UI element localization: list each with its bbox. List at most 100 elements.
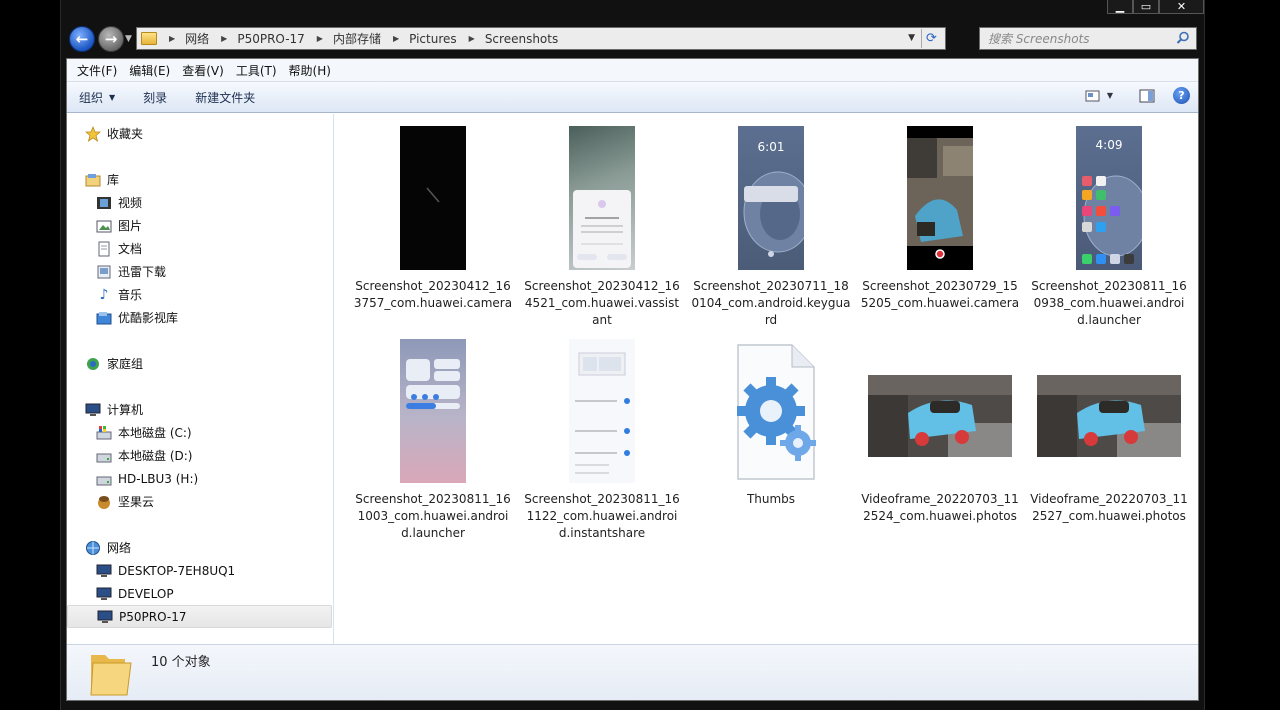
sidebar-item-computer[interactable]: 计算机: [67, 398, 332, 421]
navigation-pane: 收藏夹 库 视频 图片 文档 迅雷下载 ♪ 音乐 优酷影视库 家庭组 计算机 本…: [67, 114, 334, 644]
sidebar-item-label: 库: [107, 173, 120, 187]
drive-icon: [96, 448, 112, 464]
explorer-window: ▁ ▭ ✕ ← → ▼ ▶ 网络 ▶ P50PRO-17 ▶ 内部存储 ▶ Pi…: [60, 0, 1205, 710]
sidebar-item-label: 图片: [118, 219, 143, 233]
file-thumbnail: [1037, 339, 1181, 483]
sidebar-item-label: 本地磁盘 (C:): [118, 426, 192, 440]
sidebar-item-music[interactable]: ♪ 音乐: [67, 283, 332, 306]
file-item[interactable]: 6:01 Screenshot_20230711_180104_com.andr…: [691, 126, 851, 329]
sidebar-item-thunder-downloads[interactable]: 迅雷下载: [67, 260, 332, 283]
breadcrumb-item[interactable]: 内部存储: [333, 30, 381, 47]
file-thumbnail: [907, 126, 973, 270]
change-view-button[interactable]: ▼: [1085, 88, 1113, 104]
windows-drive-icon: [96, 425, 112, 441]
view-icon: [1085, 90, 1100, 101]
file-thumbnail: [569, 339, 635, 483]
preview-pane-icon[interactable]: [1139, 88, 1155, 104]
star-icon: [85, 125, 101, 142]
sidebar-item-label: 优酷影视库: [118, 311, 179, 325]
sidebar-item-develop[interactable]: DEVELOP: [67, 582, 332, 605]
breadcrumb-item[interactable]: Pictures: [409, 32, 457, 46]
folder-icon: [141, 32, 157, 45]
sidebar-item-desktop-7eh8uq1[interactable]: DESKTOP-7EH8UQ1: [67, 559, 332, 582]
search-icon[interactable]: [1176, 31, 1190, 45]
chevron-down-icon: ▼: [1106, 91, 1113, 100]
breadcrumb-item[interactable]: 网络: [185, 30, 209, 47]
address-dropdown-icon[interactable]: ▼: [908, 33, 915, 43]
caption-buttons: ▁ ▭ ✕: [1107, 0, 1204, 14]
network-icon: [85, 540, 101, 556]
menu-file[interactable]: 文件(F): [71, 62, 123, 79]
file-item[interactable]: Screenshot_20230811_161003_com.huawei.an…: [353, 339, 513, 542]
sidebar-item-label: 坚果云: [118, 495, 155, 509]
file-thumbnail: 4:09: [1076, 126, 1142, 270]
sidebar-item-libraries[interactable]: 库: [67, 168, 332, 191]
file-name: Thumbs: [746, 492, 796, 506]
sidebar-item-network[interactable]: 网络: [67, 536, 332, 559]
details-pane: 10 个对象: [67, 644, 1198, 700]
sidebar-item-videos[interactable]: 视频: [67, 191, 332, 214]
chevron-right-icon[interactable]: ▶: [169, 34, 175, 43]
sidebar-item-drive-d[interactable]: 本地磁盘 (D:): [67, 444, 332, 467]
sidebar-item-documents[interactable]: 文档: [67, 237, 332, 260]
file-item[interactable]: 4:09 Screenshot_20230811_160938_com.huaw…: [1029, 126, 1189, 329]
burn-label: 刻录: [143, 90, 168, 105]
file-name: Screenshot_20230811_161003_com.huawei.an…: [355, 492, 511, 540]
file-item[interactable]: Screenshot_20230811_161122_com.huawei.an…: [522, 339, 682, 542]
file-name: Screenshot_20230412_163757_com.huawei.ca…: [353, 279, 513, 310]
system-file-icon: [716, 339, 826, 483]
computer-icon: [97, 609, 113, 625]
file-item[interactable]: Screenshot_20230729_155205_com.huawei.ca…: [860, 126, 1020, 312]
organize-button[interactable]: 组织 ▼: [79, 89, 115, 106]
sidebar-item-homegroup[interactable]: 家庭组: [67, 352, 332, 375]
chevron-right-icon[interactable]: ▶: [317, 34, 323, 43]
library-icon: [85, 172, 101, 188]
new-folder-label: 新建文件夹: [195, 90, 256, 105]
history-dropdown-icon[interactable]: ▼: [125, 34, 132, 44]
chevron-right-icon[interactable]: ▶: [469, 34, 475, 43]
address-bar[interactable]: ▶ 网络 ▶ P50PRO-17 ▶ 内部存储 ▶ Pictures ▶ Scr…: [136, 27, 946, 50]
maximize-button[interactable]: ▭: [1133, 0, 1159, 14]
minimize-button[interactable]: ▁: [1107, 0, 1133, 14]
file-item[interactable]: Videoframe_20220703_112524_com.huawei.ph…: [860, 339, 1020, 525]
menu-edit[interactable]: 编辑(E): [123, 62, 176, 79]
file-name: Videoframe_20220703_112527_com.huawei.ph…: [1030, 492, 1188, 523]
menu-view[interactable]: 查看(V): [176, 62, 230, 79]
file-item[interactable]: Screenshot_20230412_163757_com.huawei.ca…: [353, 126, 513, 312]
menu-help[interactable]: 帮助(H): [283, 62, 337, 79]
command-bar: 组织 ▼ 刻录 新建文件夹 ▼ ?: [67, 82, 1198, 113]
breadcrumb-item[interactable]: P50PRO-17: [237, 32, 304, 46]
sidebar-item-label: 家庭组: [107, 357, 144, 371]
file-item[interactable]: Videoframe_20220703_112527_com.huawei.ph…: [1029, 339, 1189, 525]
new-folder-button[interactable]: 新建文件夹: [195, 89, 255, 106]
sidebar-item-label: 网络: [107, 541, 132, 555]
sidebar-item-favorites[interactable]: 收藏夹: [67, 122, 332, 145]
chevron-right-icon[interactable]: ▶: [221, 34, 227, 43]
sidebar-item-youku-library[interactable]: 优酷影视库: [67, 306, 332, 329]
sidebar-item-jianguoyun[interactable]: 坚果云: [67, 490, 332, 513]
sidebar-item-drive-h[interactable]: HD-LBU3 (H:): [67, 467, 332, 490]
menu-tools[interactable]: 工具(T): [230, 62, 283, 79]
burn-button[interactable]: 刻录: [143, 89, 167, 106]
back-button[interactable]: ←: [69, 26, 95, 52]
nut-cloud-icon: [96, 494, 112, 510]
sidebar-item-label: DESKTOP-7EH8UQ1: [118, 563, 236, 578]
search-input[interactable]: [988, 31, 1173, 46]
refresh-icon[interactable]: ⟳: [921, 29, 941, 48]
chevron-right-icon[interactable]: ▶: [393, 34, 399, 43]
file-item[interactable]: Screenshot_20230412_164521_com.huawei.va…: [522, 126, 682, 329]
sidebar-item-pictures[interactable]: 图片: [67, 214, 332, 237]
sidebar-item-p50pro-17[interactable]: P50PRO-17: [67, 605, 332, 628]
film-icon: [96, 195, 112, 211]
sidebar-item-label: 音乐: [118, 288, 143, 302]
help-icon[interactable]: ?: [1173, 87, 1190, 104]
sidebar-item-label: 迅雷下载: [118, 265, 167, 279]
sidebar-item-drive-c[interactable]: 本地磁盘 (C:): [67, 421, 332, 444]
sidebar-item-label: DEVELOP: [118, 586, 174, 601]
breadcrumb-item[interactable]: Screenshots: [485, 32, 558, 46]
forward-button[interactable]: →: [98, 26, 124, 52]
file-item[interactable]: Thumbs: [691, 339, 851, 508]
homescreen-clock: 4:09: [1095, 138, 1123, 152]
music-note-icon: ♪: [99, 286, 109, 303]
close-button[interactable]: ✕: [1159, 0, 1204, 14]
